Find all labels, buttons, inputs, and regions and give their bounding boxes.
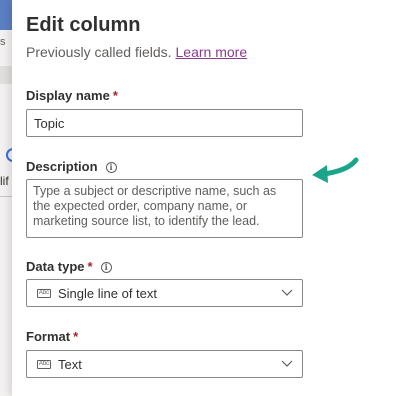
data-type-label-text: Data type — [26, 259, 85, 274]
annotation-arrow-icon — [312, 157, 359, 183]
background-bar — [0, 66, 12, 84]
required-marker: * — [73, 329, 79, 344]
background-text-fragment-2: lif — [0, 174, 9, 188]
panel-subtitle: Previously called fields. Learn more — [26, 44, 247, 60]
format-label-text: Format — [26, 329, 71, 344]
data-type-label: Data type * i — [26, 259, 112, 274]
format-value: Text — [58, 357, 82, 372]
required-marker: * — [112, 88, 118, 103]
display-name-label-text: Display name — [26, 88, 110, 103]
description-label: Description i — [26, 159, 117, 174]
background-divider — [0, 196, 12, 197]
chevron-down-icon — [281, 289, 293, 296]
background-app: s lif — [0, 0, 12, 396]
data-type-dropdown[interactable]: Abc Single line of text — [26, 279, 303, 307]
display-name-label: Display name * — [26, 88, 118, 103]
format-label: Format * — [26, 329, 78, 344]
learn-more-link[interactable]: Learn more — [176, 44, 248, 60]
subtitle-text: Previously called fields. — [26, 44, 172, 60]
required-marker: * — [87, 259, 93, 274]
chevron-down-icon — [281, 360, 293, 367]
panel-title: Edit column — [26, 14, 141, 36]
info-icon[interactable]: i — [105, 162, 117, 173]
text-type-icon: Abc — [37, 360, 51, 369]
background-text-fragment: s — [0, 36, 6, 48]
description-textarea[interactable]: Type a subject or descriptive name, such… — [26, 179, 303, 238]
display-name-input[interactable]: Topic — [26, 109, 303, 137]
data-type-value: Single line of text — [58, 286, 158, 301]
format-dropdown[interactable]: Abc Text — [26, 350, 303, 378]
background-header — [0, 0, 12, 30]
description-label-text: Description — [26, 159, 98, 174]
info-icon[interactable]: i — [100, 262, 112, 273]
edit-column-panel: Edit column Previously called fields. Lea… — [12, 0, 406, 396]
text-type-icon: Abc — [37, 289, 51, 298]
